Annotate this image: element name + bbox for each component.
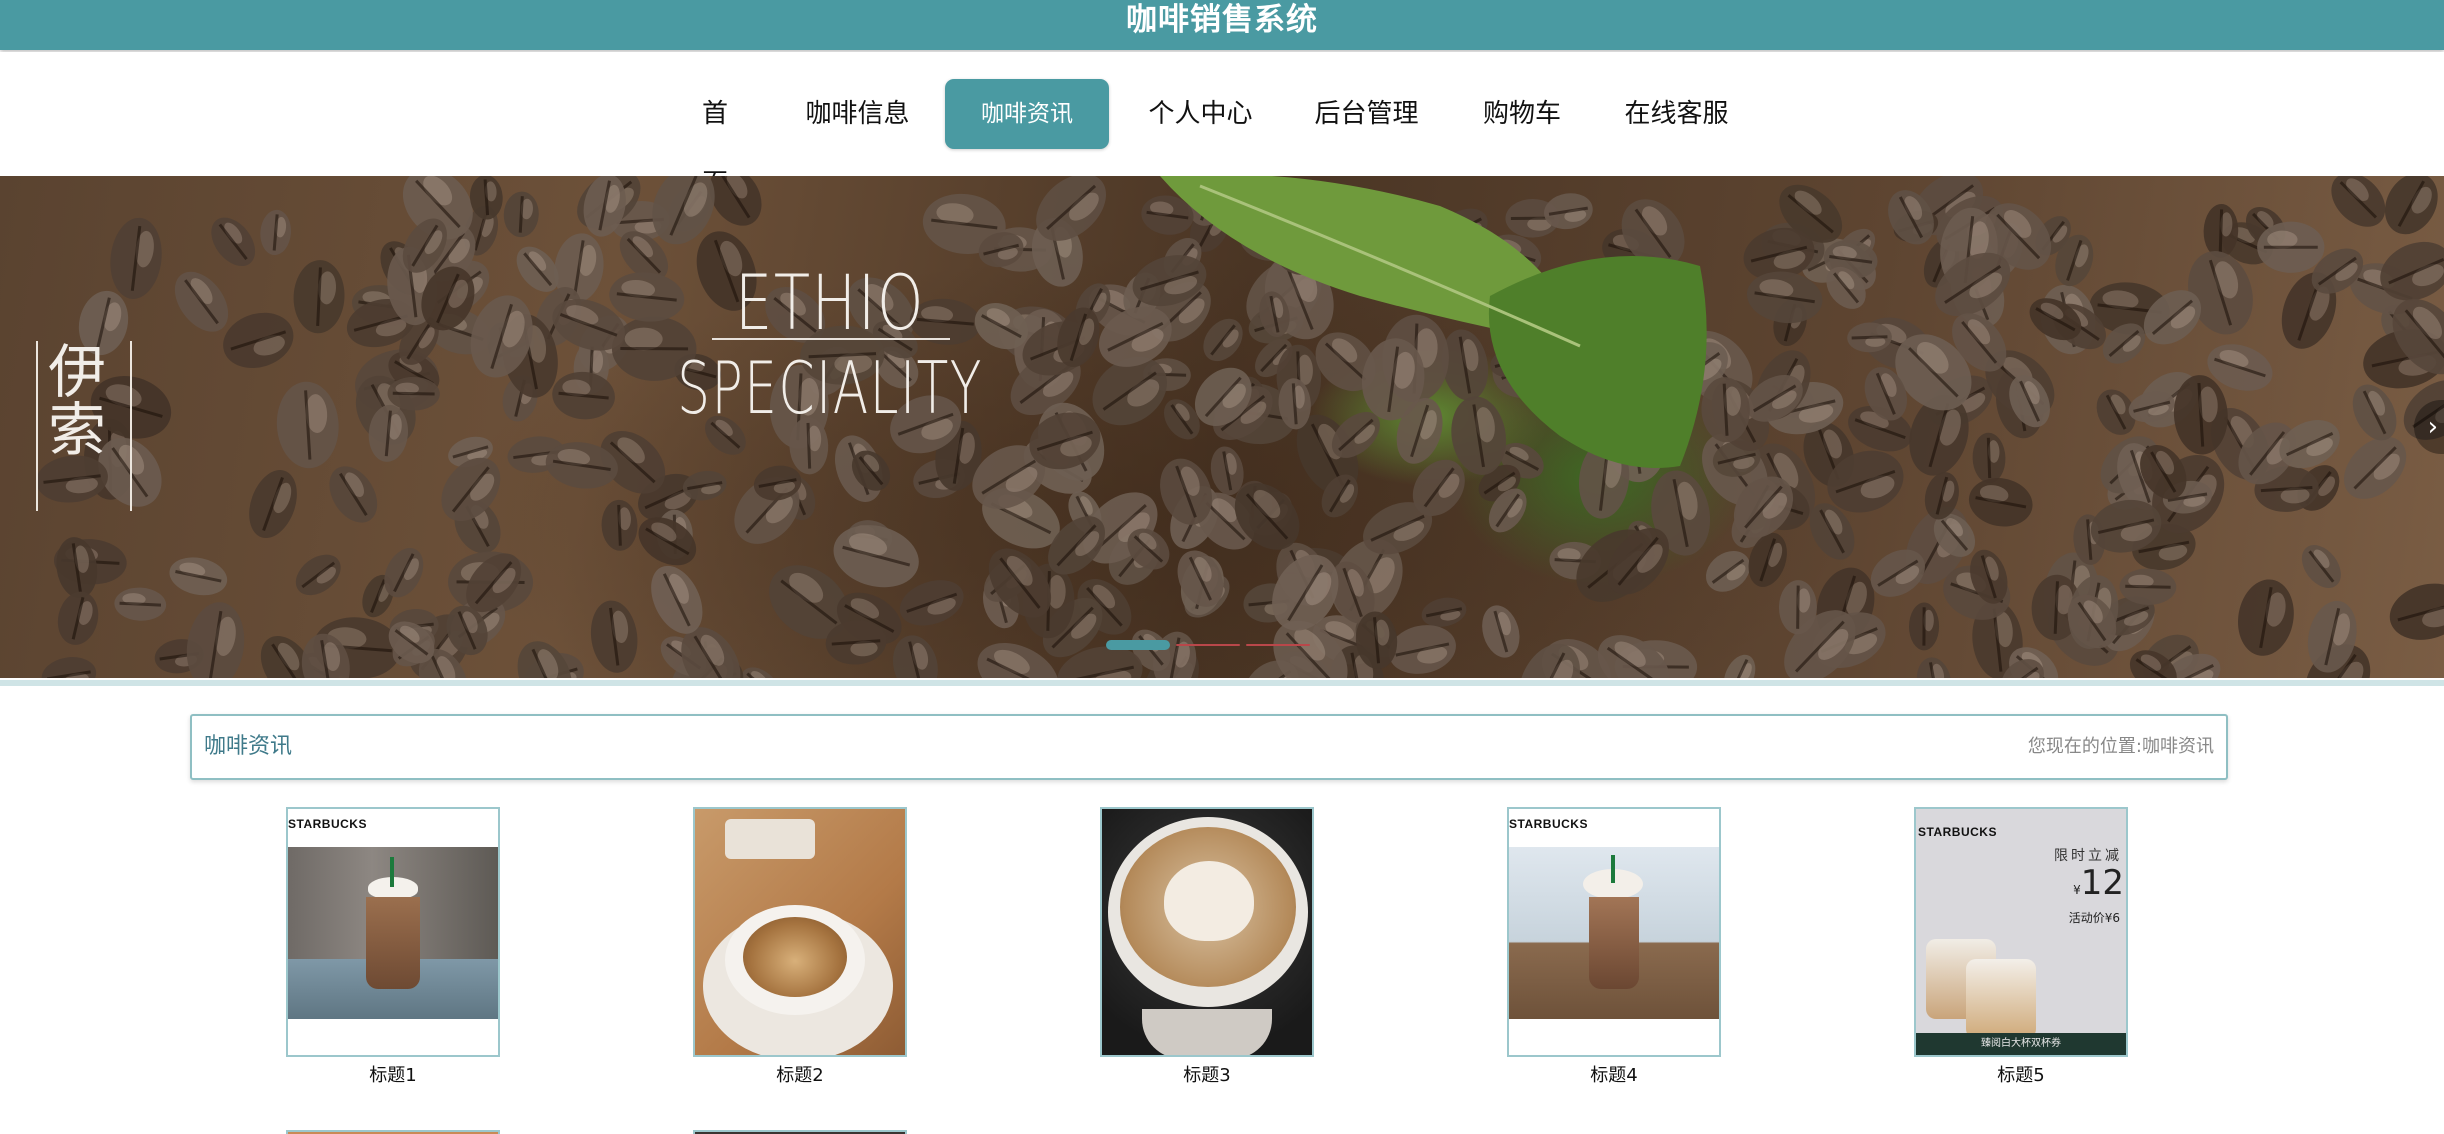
breadcrumb-current[interactable]: 咖啡资讯 (2142, 736, 2214, 757)
promo-line1: 限时立减 (2054, 848, 2122, 864)
news-card-partial[interactable] (693, 1130, 907, 1134)
carousel-dot-2[interactable] (1176, 644, 1240, 646)
news-card[interactable]: STARBUCKS 标题1 (286, 807, 500, 1089)
hero-carousel[interactable]: ETHIO SPECIALITY 伊索 › (0, 176, 2444, 678)
news-card-image[interactable]: STARBUCKS (286, 807, 500, 1057)
nav-item-home[interactable]: 首页 (690, 79, 740, 199)
news-card-image[interactable] (693, 807, 907, 1057)
section-header: 咖啡资讯 您现在的位置:咖啡资讯 (190, 714, 2228, 780)
app-header: 咖啡销售系统 (0, 0, 2444, 50)
coffee-beans-image (36, 176, 2444, 678)
nav-item-online-service[interactable]: 在线客服 (1624, 79, 1729, 149)
news-card-image[interactable] (1100, 807, 1314, 1057)
news-card-image[interactable]: STARBUCKS 限时立减 ¥12 活动价¥6 臻阅白大杯双杯券 (1914, 807, 2128, 1057)
banner-divider (712, 338, 950, 340)
nav-item-coffee-info[interactable]: 咖啡信息 (805, 79, 910, 149)
main-nav: 首页 咖啡信息 咖啡资讯 个人中心 后台管理 购物车 在线客服 (0, 52, 2444, 199)
chevron-right-icon: › (2427, 412, 2438, 442)
news-card[interactable]: 标题2 (693, 807, 907, 1089)
news-card-title[interactable]: 标题2 (693, 1063, 907, 1089)
nav-item-admin[interactable]: 后台管理 (1314, 79, 1419, 149)
banner-divider-bar (0, 680, 2444, 686)
section-title: 咖啡资讯 (204, 734, 293, 759)
nav-item-personal-center[interactable]: 个人中心 (1148, 79, 1253, 149)
carousel-dot-1[interactable] (1106, 640, 1170, 650)
promo-currency: ¥ (2073, 883, 2081, 897)
nav-item-coffee-news[interactable]: 咖啡资讯 (945, 79, 1109, 149)
carousel-dot-3[interactable] (1246, 644, 1310, 646)
banner-title-line1: ETHIO (734, 258, 926, 347)
card-logo: STARBUCKS (1918, 825, 1997, 839)
news-card-partial[interactable] (286, 1130, 500, 1134)
card-logo: STARBUCKS (1509, 817, 1588, 831)
app-title: 咖啡销售系统 (1126, 2, 1318, 38)
promo-line2: 活动价¥6 (2068, 911, 2120, 925)
news-card[interactable]: STARBUCKS 限时立减 ¥12 活动价¥6 臻阅白大杯双杯券 标题5 (1914, 807, 2128, 1089)
card-logo: STARBUCKS (288, 817, 367, 831)
news-card-title[interactable]: 标题3 (1100, 1063, 1314, 1089)
news-card[interactable]: STARBUCKS 标题4 (1507, 807, 1721, 1089)
breadcrumb-prefix: 您现在的位置: (2027, 736, 2142, 757)
news-card-title[interactable]: 标题4 (1507, 1063, 1721, 1089)
news-card-title[interactable]: 标题5 (1914, 1063, 2128, 1089)
promo-footer: 臻阅白大杯双杯券 (1916, 1033, 2126, 1055)
banner-title-line2: SPECIALITY (677, 346, 983, 430)
promo-price: 12 (2080, 863, 2124, 903)
news-card-title[interactable]: 标题1 (286, 1063, 500, 1089)
nav-item-cart[interactable]: 购物车 (1482, 79, 1562, 149)
news-card-image[interactable]: STARBUCKS (1507, 807, 1721, 1057)
breadcrumb: 您现在的位置:咖啡资讯 (2028, 716, 2214, 778)
news-card[interactable]: 标题3 (1100, 807, 1314, 1089)
banner-vertical-text: 伊索 (36, 341, 132, 511)
